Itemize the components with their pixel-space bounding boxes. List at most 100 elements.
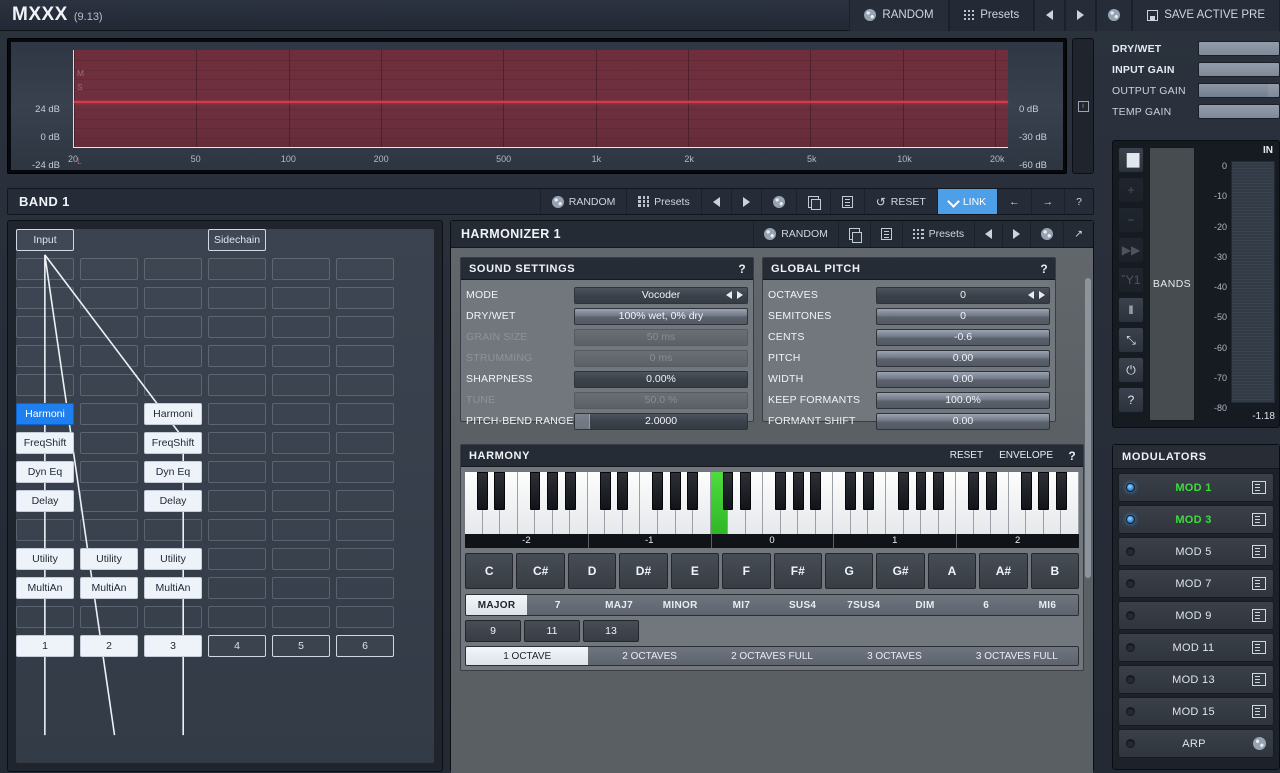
chord-button-7sus4[interactable]: 7SUS4 — [833, 595, 895, 615]
routing-module[interactable]: Utility — [80, 548, 138, 570]
routing-cell-empty[interactable] — [272, 403, 330, 425]
spinner-left-icon[interactable] — [726, 291, 732, 299]
global-param-slider[interactable] — [1198, 83, 1280, 98]
level-meter[interactable]: IN 0 -10 -20 -30 -40 -50 -60 -70 -80 -1.18 — [1195, 141, 1279, 427]
octave-mode-3-octaves-full[interactable]: 3 OCTAVES FULL — [955, 647, 1078, 665]
note-button-E[interactable]: E — [670, 553, 720, 589]
edit-icon[interactable] — [1252, 513, 1266, 526]
routing-cell-empty[interactable] — [208, 345, 266, 367]
band-copy-button[interactable] — [795, 189, 830, 214]
piano-black-key[interactable] — [1020, 472, 1032, 510]
routing-cell-empty[interactable] — [16, 374, 74, 396]
routing-module[interactable]: MultiAn — [144, 577, 202, 599]
sound-settings-help-button[interactable]: ? — [731, 258, 753, 280]
octave-mode-3-octaves[interactable]: 3 OCTAVES — [833, 647, 956, 665]
routing-cell-empty[interactable] — [144, 374, 202, 396]
routing-cell-empty[interactable] — [208, 432, 266, 454]
routing-cell-empty[interactable] — [144, 345, 202, 367]
routing-module[interactable]: Utility — [144, 548, 202, 570]
note-button-F[interactable]: F — [722, 553, 771, 589]
routing-cell-empty[interactable] — [272, 258, 330, 280]
routing-cell-empty[interactable] — [208, 548, 266, 570]
power-icon[interactable]: ⏻ — [1118, 357, 1144, 383]
routing-cell-empty[interactable] — [16, 287, 74, 309]
note-button-D[interactable]: D — [567, 553, 617, 589]
modulator-row[interactable]: MOD 1 — [1118, 473, 1274, 502]
dice-icon[interactable] — [1253, 737, 1266, 750]
global-pitch-row[interactable]: SEMITONES 0 — [768, 307, 1050, 325]
note-button-A[interactable]: A — [927, 553, 977, 589]
edit-icon[interactable] — [1252, 545, 1266, 558]
routing-cell-empty[interactable] — [80, 403, 138, 425]
routing-column-3[interactable]: 3 — [144, 635, 202, 657]
preset-random-button[interactable] — [1096, 0, 1133, 31]
preset-next-button[interactable] — [1065, 0, 1097, 31]
routing-sidechain-node[interactable]: Sidechain — [208, 229, 266, 251]
piano-black-key[interactable] — [547, 472, 558, 510]
routing-module[interactable]: FreqShift — [16, 432, 74, 454]
sound-setting-row[interactable]: PITCH-BEND RANGE 2.0000 — [466, 412, 748, 430]
global-pitch-row[interactable]: PITCH 0.00 — [768, 349, 1050, 367]
sound-setting-row[interactable]: MODE Vocoder — [466, 286, 748, 304]
routing-cell-empty[interactable] — [272, 461, 330, 483]
routing-module[interactable]: Harmoni — [144, 403, 202, 425]
harmony-reset-button[interactable]: RESET — [942, 445, 991, 467]
note-button-Csharp[interactable]: C# — [516, 553, 565, 589]
octave-mode-1-octave[interactable]: 1 OCTAVE — [466, 647, 589, 665]
spinner-right-icon[interactable] — [1039, 291, 1045, 299]
routing-column-6[interactable]: 6 — [336, 635, 394, 657]
spinner[interactable] — [726, 291, 743, 299]
global-pitch-value[interactable]: 0.00 — [876, 370, 1050, 388]
routing-cell-empty[interactable] — [208, 374, 266, 396]
routing-cell-empty[interactable] — [80, 432, 138, 454]
bands-strip[interactable]: BANDS — [1149, 147, 1195, 421]
global-pitch-row[interactable]: CENTS -0.6 — [768, 328, 1050, 346]
preset-prev-button[interactable] — [1034, 0, 1066, 31]
edit-icon[interactable] — [1252, 481, 1266, 494]
edit-icon[interactable] — [1252, 641, 1266, 654]
routing-cell-empty[interactable] — [16, 519, 74, 541]
routing-cell-empty[interactable] — [336, 374, 394, 396]
modulator-row[interactable]: MOD 5 — [1118, 537, 1274, 566]
global-pitch-row[interactable]: KEEP FORMANTS 100.0% — [768, 391, 1050, 409]
global-pitch-row[interactable]: FORMANT SHIFT 0.00 — [768, 412, 1050, 430]
chord-button-sus4[interactable]: SUS4 — [772, 595, 834, 615]
routing-cell-empty[interactable] — [336, 258, 394, 280]
sound-setting-value[interactable]: 100% wet, 0% dry — [574, 307, 748, 325]
band-preset-next-button[interactable] — [730, 189, 761, 214]
global-pitch-value[interactable]: 0 — [876, 286, 1050, 304]
band-help-button[interactable]: ? — [1064, 189, 1093, 214]
harmonizer-expand-button[interactable]: ↗ — [1063, 221, 1093, 247]
global-pitch-help-button[interactable]: ? — [1033, 258, 1055, 280]
routing-cell-empty[interactable] — [208, 577, 266, 599]
harmonizer-preset-prev-button[interactable] — [974, 221, 1002, 247]
band-move-right-button[interactable]: → — [1030, 189, 1065, 214]
modulator-row[interactable]: MOD 11 — [1118, 633, 1274, 662]
save-active-preset-button[interactable]: SAVE ACTIVE PRE — [1132, 0, 1280, 31]
routing-cell-empty[interactable] — [80, 258, 138, 280]
help-icon[interactable]: ? — [1118, 387, 1144, 413]
band-presets-button[interactable]: Presets — [626, 189, 700, 214]
routing-cell-empty[interactable] — [144, 287, 202, 309]
routing-cell-empty[interactable] — [16, 258, 74, 280]
analyzer-canvas[interactable]: 24 dB 0 dB -24 dB 0 dB -30 dB -60 dB M S… — [11, 42, 1063, 170]
piano-black-key[interactable] — [722, 472, 734, 510]
piano-black-key[interactable] — [897, 472, 909, 510]
routing-column-1[interactable]: 1 — [16, 635, 74, 657]
chord-button-7[interactable]: 7 — [527, 595, 589, 615]
harmonizer-preset-random-button[interactable] — [1030, 221, 1063, 247]
routing-cell-empty[interactable] — [208, 461, 266, 483]
piano-keyboard[interactable] — [465, 472, 1079, 534]
routing-cell-empty[interactable] — [336, 287, 394, 309]
global-pitch-row[interactable]: WIDTH 0.00 — [768, 370, 1050, 388]
note-button-Asharp[interactable]: A# — [979, 553, 1028, 589]
global-pitch-value[interactable]: 100.0% — [876, 391, 1050, 409]
routing-cell-empty[interactable] — [336, 461, 394, 483]
modulator-led[interactable] — [1126, 579, 1135, 588]
spinner-right-icon[interactable] — [737, 291, 743, 299]
routing-cell-empty[interactable] — [16, 316, 74, 338]
piano-black-key[interactable] — [669, 472, 681, 510]
modulator-led[interactable] — [1126, 483, 1135, 492]
info-icon[interactable]: i — [1077, 100, 1089, 112]
routing-cell-empty[interactable] — [272, 316, 330, 338]
